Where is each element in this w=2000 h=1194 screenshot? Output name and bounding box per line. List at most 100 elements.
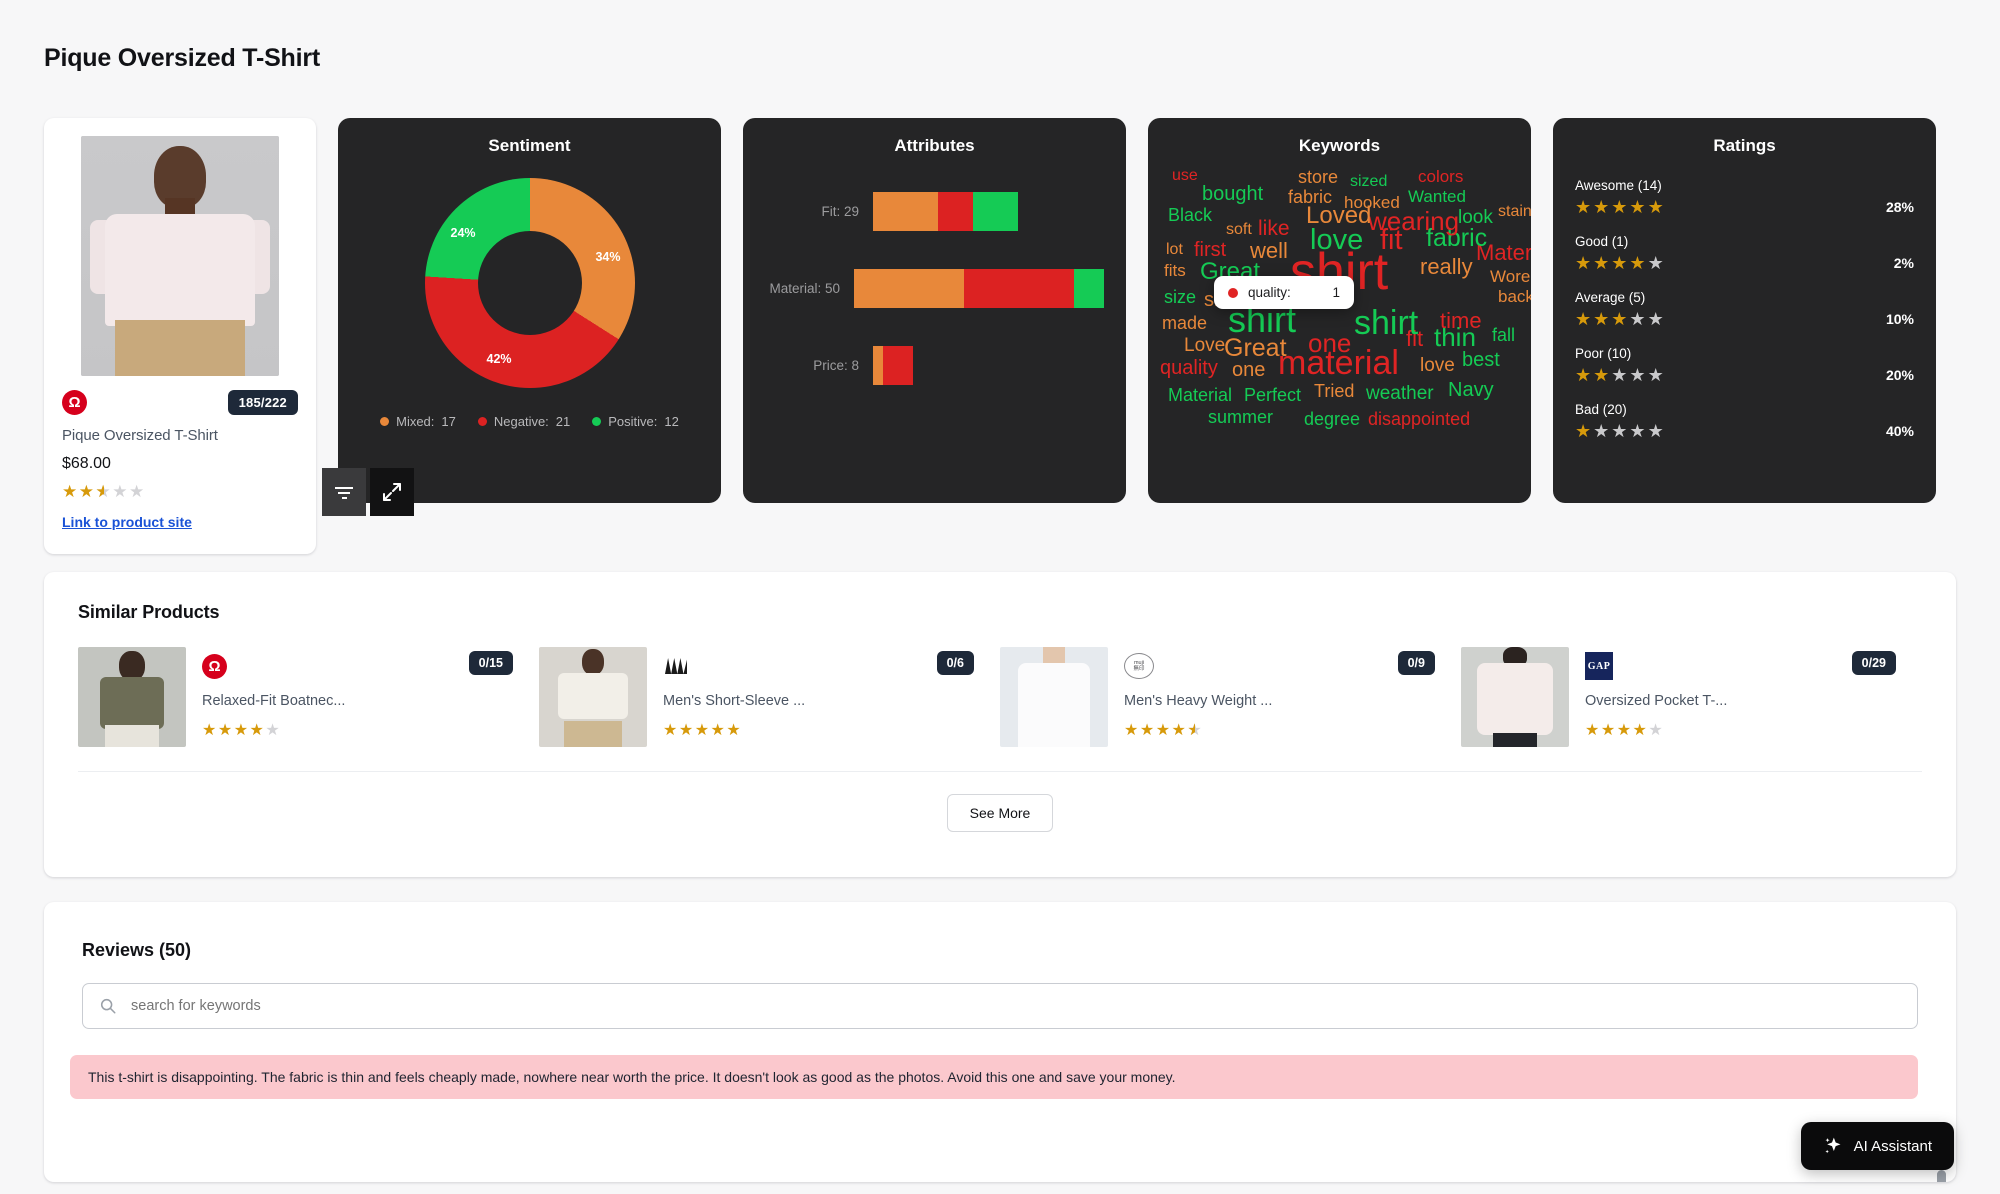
keyword-word[interactable]: Tried: [1314, 382, 1354, 400]
keyword-word[interactable]: sized: [1350, 174, 1387, 190]
ai-assistant-button[interactable]: AI Assistant: [1800, 1122, 1954, 1170]
expand-button[interactable]: [370, 468, 414, 516]
keyword-word[interactable]: Perfect: [1244, 386, 1301, 404]
keyword-cloud[interactable]: disappointed degree summer Navy weather Tried…: [1158, 164, 1531, 484]
similar-product-name: Oversized Pocket T-...: [1585, 693, 1728, 709]
keyword-word[interactable]: lot: [1166, 242, 1183, 258]
similar-product-item[interactable]: GAP Oversized Pocket T-... ★★★★★ 0/29: [1461, 647, 1922, 747]
similar-product-name: Men's Short-Sleeve ...: [663, 693, 806, 709]
rating-row[interactable]: Average (5) ★★★★★ 10%: [1575, 290, 1914, 328]
keyword-word[interactable]: shirt: [1354, 306, 1418, 340]
keyword-word[interactable]: made: [1162, 314, 1207, 332]
segment-negative[interactable]: [964, 269, 1074, 308]
keyword-word[interactable]: fabric: [1288, 188, 1332, 206]
keyword-word[interactable]: store: [1298, 168, 1338, 186]
legend-value: 21: [555, 414, 571, 429]
similar-product-name: Men's Heavy Weight ...: [1124, 693, 1273, 709]
keyword-word[interactable]: bought: [1202, 184, 1263, 204]
keyword-word[interactable]: stain: [1498, 204, 1531, 220]
similar-product-name: Relaxed-Fit Boatnec...: [202, 693, 346, 709]
rating-row[interactable]: Awesome (14) ★★★★★ 28%: [1575, 178, 1914, 216]
keyword-word[interactable]: Wore: [1490, 268, 1530, 285]
segment-positive[interactable]: [973, 192, 1018, 231]
keyword-word[interactable]: time: [1440, 310, 1482, 332]
product-image: [81, 136, 279, 376]
keyword-word[interactable]: summer: [1208, 408, 1273, 426]
rating-row[interactable]: Good (1) ★★★★★ 2%: [1575, 234, 1914, 272]
keywords-title: Keywords: [1298, 136, 1381, 155]
keyword-word[interactable]: Wanted: [1408, 188, 1466, 205]
keyword-word[interactable]: really: [1420, 256, 1473, 278]
segment-mixed[interactable]: [873, 192, 938, 231]
attributes-bar-chart[interactable]: Fit: 29 Material: 50 Price: 8: [765, 192, 1104, 385]
rating-label: Average (5): [1575, 290, 1646, 305]
rating-label: Awesome (14): [1575, 178, 1662, 193]
keyword-word[interactable]: look: [1458, 208, 1493, 227]
keyword-word[interactable]: hooked: [1344, 194, 1400, 211]
similar-product-item[interactable]: muji無印 Men's Heavy Weight ... ★★★★★ 0/9: [1000, 647, 1461, 747]
keyword-word[interactable]: Love: [1184, 336, 1225, 355]
review-item[interactable]: This t-shirt is disappointing. The fabri…: [70, 1055, 1918, 1099]
legend-dot-icon: [592, 417, 602, 426]
donut-label-negative: 42%: [486, 352, 512, 366]
rating-row[interactable]: Poor (10) ★★★★★ 20%: [1575, 346, 1914, 384]
reviews-search-box[interactable]: [82, 983, 1918, 1029]
search-icon: [100, 998, 116, 1014]
keyword-word[interactable]: Navy: [1448, 380, 1494, 400]
keyword-word[interactable]: love: [1420, 356, 1455, 375]
donut-hole: [477, 231, 582, 335]
keyword-word[interactable]: Material: [1168, 386, 1232, 404]
legend-value: 12: [664, 414, 679, 429]
keyword-word[interactable]: fits: [1164, 262, 1186, 279]
segment-negative[interactable]: [938, 192, 973, 231]
segment-negative[interactable]: [883, 346, 913, 385]
keyword-word[interactable]: degree: [1304, 410, 1360, 428]
legend-item[interactable]: Positive: 12: [592, 414, 679, 429]
similar-product-item[interactable]: Ω Relaxed-Fit Boatnec... ★★★★★ 0/15: [78, 647, 539, 747]
similar-product-stars: ★★★★★: [1124, 723, 1272, 740]
keyword-tooltip: quality: 1: [1214, 276, 1354, 309]
reviews-scrollbar-thumb[interactable]: [1937, 1170, 1946, 1182]
keyword-word[interactable]: disappointed: [1368, 410, 1470, 428]
keyword-word[interactable]: Black: [1168, 206, 1212, 224]
rating-stars: ★★★★★: [1575, 253, 1666, 273]
keyword-word[interactable]: size: [1164, 288, 1196, 306]
keyword-word[interactable]: use: [1172, 168, 1198, 184]
keyword-word[interactable]: back: [1498, 288, 1531, 305]
similar-product-brand: GAP: [1585, 652, 1727, 680]
donut-label-positive: 24%: [450, 226, 476, 240]
filter-button[interactable]: [322, 468, 366, 516]
rating-percent: 40%: [1885, 423, 1914, 439]
keyword-word[interactable]: well: [1250, 240, 1288, 262]
legend-item[interactable]: Mixed: 17: [380, 414, 456, 429]
keyword-word[interactable]: one: [1308, 330, 1351, 356]
ratings-list: Awesome (14) ★★★★★ 28% Good (1) ★★★★★ 2% Avera…: [1575, 178, 1914, 440]
keyword-word[interactable]: first: [1194, 240, 1226, 260]
keywords-panel: Keywords disappointed degree summer Navy wea…: [1148, 118, 1531, 503]
rating-percent: 28%: [1885, 199, 1914, 215]
keyword-word[interactable]: quality: [1160, 358, 1218, 378]
segment-mixed[interactable]: [854, 269, 964, 308]
sentiment-donut-chart[interactable]: 34% 42% 24%: [424, 178, 635, 388]
keyword-word[interactable]: fall: [1492, 326, 1515, 344]
keyword-word[interactable]: like: [1258, 218, 1290, 239]
product-card[interactable]: Ω 185/222 Pique Oversized T-Shirt $68.00…: [44, 118, 316, 554]
keyword-word[interactable]: love: [1310, 226, 1363, 255]
keyword-word[interactable]: one: [1232, 360, 1265, 380]
similar-product-item[interactable]: Men's Short-Sleeve ... ★★★★★ 0/6: [539, 647, 1000, 747]
keyword-word[interactable]: soft: [1226, 222, 1252, 238]
segment-mixed[interactable]: [873, 346, 883, 385]
keyword-word[interactable]: colors: [1418, 168, 1463, 185]
sentiment-panel: Sentiment 34% 42% 24% Mixed: 17 Negative: 2…: [338, 118, 721, 503]
rating-row[interactable]: Bad (20) ★★★★★ 40%: [1575, 402, 1914, 440]
see-more-button[interactable]: See More: [946, 794, 1054, 832]
legend-item[interactable]: Negative: 21: [477, 414, 571, 429]
attributes-title: Attributes: [894, 136, 975, 155]
keyword-word[interactable]: weather: [1366, 384, 1434, 403]
donut-label-mixed: 34%: [595, 250, 621, 264]
legend-dot-icon: [477, 417, 487, 426]
segment-positive[interactable]: [1074, 269, 1104, 308]
search-input[interactable]: [131, 998, 1901, 1014]
keyword-word[interactable]: best: [1462, 350, 1500, 370]
product-site-link[interactable]: Link to product site: [62, 514, 192, 530]
